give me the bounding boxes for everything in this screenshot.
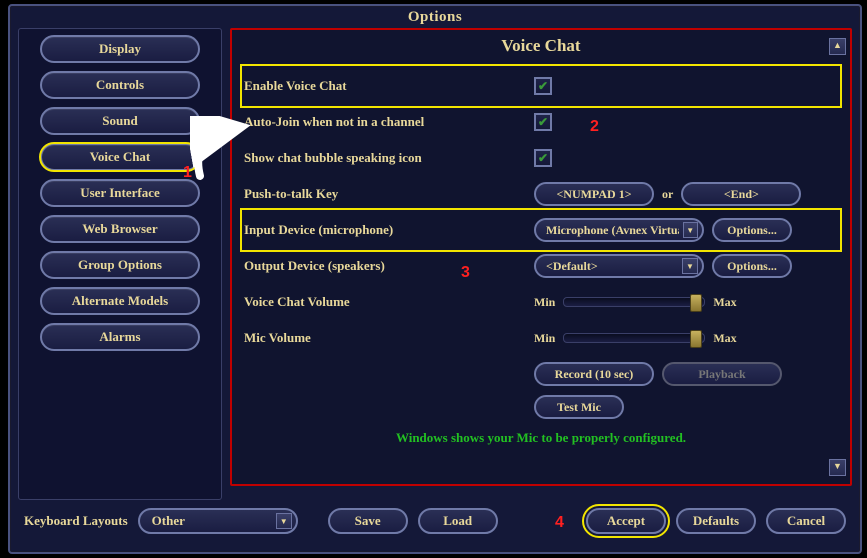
chat-bubble-label: Show chat bubble speaking icon [244,150,534,166]
output-device-options-button[interactable]: Options... [712,254,792,278]
bottom-bar: Keyboard Layouts Other ▼ Save Load Accep… [10,500,860,538]
mic-volume-max: Max [713,331,736,346]
dropdown-caret-icon: ▼ [683,222,698,238]
row-auto-join: Auto-Join when not in a channel ✔ [244,104,838,140]
sidebar-item-display[interactable]: Display [40,35,200,63]
options-sidebar: Display Controls Sound Voice Chat User I… [18,28,222,500]
auto-join-label: Auto-Join when not in a channel [244,114,534,130]
input-device-options-button[interactable]: Options... [712,218,792,242]
sidebar-item-sound[interactable]: Sound [40,107,200,135]
load-button[interactable]: Load [418,508,498,534]
row-ptt: Push-to-talk Key <NUMPAD 1> or <End> [244,176,838,212]
cancel-button[interactable]: Cancel [766,508,846,534]
record-button[interactable]: Record (10 sec) [534,362,654,386]
input-device-value: Microphone (Avnex Virtua [546,223,679,238]
keyboard-layouts-label: Keyboard Layouts [24,513,128,529]
accept-button[interactable]: Accept [586,508,666,534]
scroll-down-button[interactable]: ▼ [829,459,846,476]
slider-thumb[interactable] [690,294,702,312]
vc-volume-max: Max [713,295,736,310]
sidebar-item-web-browser[interactable]: Web Browser [40,215,200,243]
mic-volume-label: Mic Volume [244,330,534,346]
input-device-select[interactable]: Microphone (Avnex Virtua ▼ [534,218,704,242]
options-window: Options Display Controls Sound Voice Cha… [8,4,862,554]
voice-chat-volume-label: Voice Chat Volume [244,294,534,310]
ptt-primary-key[interactable]: <NUMPAD 1> [534,182,654,206]
row-chat-bubble: Show chat bubble speaking icon ✔ [244,140,838,176]
enable-voice-chat-checkbox[interactable]: ✔ [534,77,552,95]
sidebar-item-voice-chat[interactable]: Voice Chat [40,143,200,171]
sidebar-item-controls[interactable]: Controls [40,71,200,99]
row-enable-voice-chat: Enable Voice Chat ✔ [244,68,838,104]
auto-join-checkbox[interactable]: ✔ [534,113,552,131]
output-device-label: Output Device (speakers) [244,258,534,274]
test-mic-button[interactable]: Test Mic [534,395,624,419]
defaults-button[interactable]: Defaults [676,508,756,534]
sidebar-item-group-options[interactable]: Group Options [40,251,200,279]
ptt-label: Push-to-talk Key [244,186,534,202]
keyboard-layouts-select[interactable]: Other ▼ [138,508,298,534]
row-mic-volume: Mic Volume Min Max [244,320,838,356]
keyboard-layouts-value: Other [152,513,185,529]
voice-chat-volume-slider[interactable] [563,297,705,307]
playback-button[interactable]: Playback [662,362,782,386]
ptt-secondary-key[interactable]: <End> [681,182,801,206]
slider-thumb[interactable] [690,330,702,348]
row-record-playback: Record (10 sec) Playback [244,356,838,392]
row-output-device: Output Device (speakers) <Default> ▼ Opt… [244,248,838,284]
row-test-mic: Test Mic [244,392,838,422]
chat-bubble-checkbox[interactable]: ✔ [534,149,552,167]
ptt-or-text: or [662,187,673,202]
input-device-label: Input Device (microphone) [244,222,534,238]
vc-volume-min: Min [534,295,555,310]
output-device-value: <Default> [546,259,598,274]
enable-voice-chat-label: Enable Voice Chat [244,78,534,94]
mic-status-text: Windows shows your Mic to be properly co… [244,430,838,446]
sidebar-item-user-interface[interactable]: User Interface [40,179,200,207]
output-device-select[interactable]: <Default> ▼ [534,254,704,278]
sidebar-item-alarms[interactable]: Alarms [40,323,200,351]
voice-chat-panel: ▲ ▼ Voice Chat Enable Voice Chat ✔ Auto-… [230,28,852,486]
sidebar-item-alternate-models[interactable]: Alternate Models [40,287,200,315]
panel-title: Voice Chat [244,36,838,56]
dropdown-caret-icon: ▼ [276,513,292,529]
save-button[interactable]: Save [328,508,408,534]
window-title: Options [10,6,860,28]
row-voice-chat-volume: Voice Chat Volume Min Max [244,284,838,320]
mic-volume-min: Min [534,331,555,346]
dropdown-caret-icon: ▼ [682,258,698,274]
scroll-up-button[interactable]: ▲ [829,38,846,55]
mic-volume-slider[interactable] [563,333,705,343]
row-input-device: Input Device (microphone) Microphone (Av… [244,212,838,248]
